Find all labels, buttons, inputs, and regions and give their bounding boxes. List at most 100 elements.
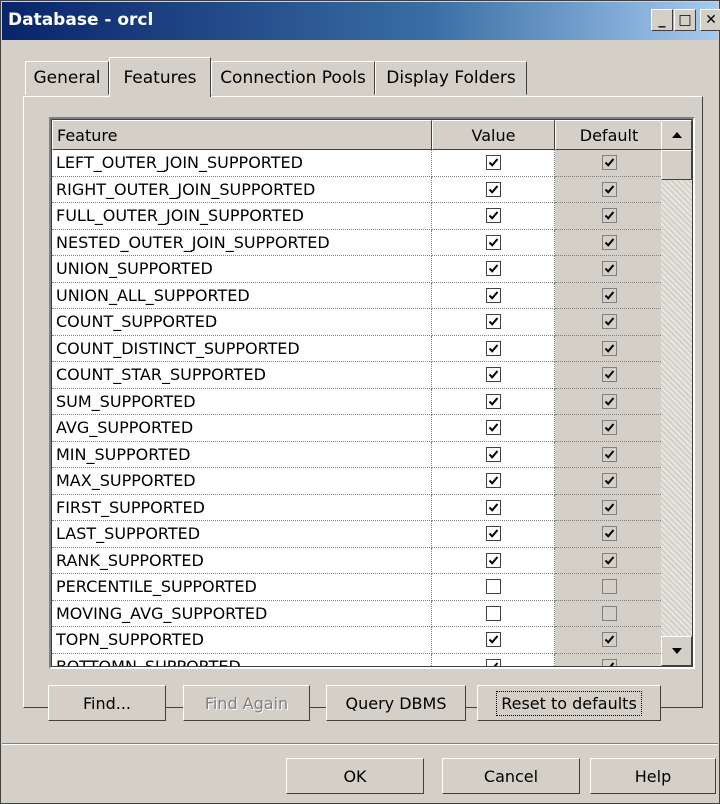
table-row[interactable]: TOPN_SUPPORTED <box>52 627 663 654</box>
checkmark-icon <box>488 264 498 274</box>
value-checkbox[interactable] <box>485 579 501 595</box>
feature-name-cell: NESTED_OUTER_JOIN_SUPPORTED <box>52 229 432 256</box>
value-checkbox[interactable] <box>485 473 501 489</box>
table-row[interactable]: MIN_SUPPORTED <box>52 441 663 468</box>
value-cell <box>432 335 555 362</box>
column-header-default[interactable]: Default <box>555 120 663 150</box>
checkmark-icon <box>488 397 498 406</box>
default-checkbox <box>601 605 617 621</box>
default-checkbox <box>601 499 617 515</box>
default-checkbox <box>601 579 617 595</box>
find-again-button[interactable]: Find Again <box>183 685 310 721</box>
checkmark-icon <box>604 635 614 645</box>
value-checkbox[interactable] <box>485 208 501 224</box>
feature-name-cell: COUNT_SUPPORTED <box>52 309 432 336</box>
database-dialog: Database - orcl _ □ ✕ General Features C… <box>0 0 720 804</box>
table-row[interactable]: UNION_SUPPORTED <box>52 256 663 283</box>
grid-header: Feature Value Default <box>52 120 663 150</box>
ok-button[interactable]: OK <box>286 758 424 794</box>
table-row[interactable]: RANK_SUPPORTED <box>52 547 663 574</box>
column-header-value[interactable]: Value <box>432 120 555 150</box>
scroll-up-button[interactable] <box>661 120 692 150</box>
tab-features[interactable]: Features <box>109 57 211 97</box>
cancel-button[interactable]: Cancel <box>442 758 580 794</box>
value-checkbox[interactable] <box>485 499 501 515</box>
maximize-button[interactable]: □ <box>674 9 696 31</box>
help-button[interactable]: Help <box>590 758 716 794</box>
table-row[interactable]: LEFT_OUTER_JOIN_SUPPORTED <box>52 150 663 177</box>
column-header-feature[interactable]: Feature <box>52 120 432 150</box>
scroll-thumb[interactable] <box>661 150 692 180</box>
vertical-scrollbar[interactable] <box>661 120 692 666</box>
default-checkbox <box>601 155 617 171</box>
table-row[interactable]: BOTTOMN_SUPPORTED <box>52 653 663 666</box>
tab-display-folders[interactable]: Display Folders <box>375 61 527 95</box>
default-cell <box>555 441 663 468</box>
value-checkbox[interactable] <box>485 261 501 277</box>
table-row[interactable]: MAX_SUPPORTED <box>52 468 663 495</box>
checkmark-icon <box>604 211 614 221</box>
find-button[interactable]: Find... <box>48 685 166 721</box>
minimize-button[interactable]: _ <box>651 9 673 31</box>
value-checkbox[interactable] <box>485 658 501 666</box>
table-row[interactable]: SUM_SUPPORTED <box>52 388 663 415</box>
table-row[interactable]: COUNT_SUPPORTED <box>52 309 663 336</box>
default-checkbox <box>601 340 617 356</box>
default-checkbox <box>601 473 617 489</box>
feature-name-cell: LAST_SUPPORTED <box>52 521 432 548</box>
tab-connection-pools[interactable]: Connection Pools <box>211 61 375 95</box>
value-checkbox[interactable] <box>485 314 501 330</box>
value-cell <box>432 653 555 666</box>
close-button[interactable]: ✕ <box>700 9 720 31</box>
scroll-down-button[interactable] <box>661 636 692 666</box>
feature-name-cell: COUNT_DISTINCT_SUPPORTED <box>52 335 432 362</box>
default-checkbox <box>601 367 617 383</box>
default-cell <box>555 574 663 601</box>
value-checkbox[interactable] <box>485 632 501 648</box>
table-row[interactable]: AVG_SUPPORTED <box>52 415 663 442</box>
value-checkbox[interactable] <box>485 526 501 542</box>
table-row[interactable]: FULL_OUTER_JOIN_SUPPORTED <box>52 203 663 230</box>
default-cell <box>555 362 663 389</box>
value-checkbox[interactable] <box>485 340 501 356</box>
value-checkbox[interactable] <box>485 446 501 462</box>
value-checkbox[interactable] <box>485 605 501 621</box>
table-row[interactable]: COUNT_DISTINCT_SUPPORTED <box>52 335 663 362</box>
value-checkbox[interactable] <box>485 155 501 171</box>
table-row[interactable]: FIRST_SUPPORTED <box>52 494 663 521</box>
table-row[interactable]: PERCENTILE_SUPPORTED <box>52 574 663 601</box>
feature-name-cell: MIN_SUPPORTED <box>52 441 432 468</box>
value-cell <box>432 203 555 230</box>
checkmark-icon <box>488 450 498 459</box>
value-checkbox[interactable] <box>485 552 501 568</box>
table-row[interactable]: COUNT_STAR_SUPPORTED <box>52 362 663 389</box>
value-checkbox[interactable] <box>485 420 501 436</box>
table-row[interactable]: RIGHT_OUTER_JOIN_SUPPORTED <box>52 176 663 203</box>
value-cell <box>432 362 555 389</box>
table-row[interactable]: LAST_SUPPORTED <box>52 521 663 548</box>
tab-label: General <box>33 68 101 88</box>
table-row[interactable]: MOVING_AVG_SUPPORTED <box>52 600 663 627</box>
value-checkbox[interactable] <box>485 234 501 250</box>
value-checkbox[interactable] <box>485 287 501 303</box>
value-checkbox[interactable] <box>485 367 501 383</box>
reset-to-defaults-button[interactable]: Reset to defaults <box>477 685 661 721</box>
checkmark-icon <box>604 450 614 459</box>
default-checkbox <box>601 658 617 666</box>
table-row[interactable]: UNION_ALL_SUPPORTED <box>52 282 663 309</box>
checkmark-icon <box>604 423 614 433</box>
checkmark-icon <box>604 238 614 247</box>
title-bar[interactable]: Database - orcl _ □ ✕ <box>2 2 720 40</box>
feature-name-cell: MOVING_AVG_SUPPORTED <box>52 600 432 627</box>
query-dbms-button[interactable]: Query DBMS <box>326 685 466 721</box>
features-grid[interactable]: Feature Value Default LEFT_OUTER_JOIN_SU… <box>49 117 695 669</box>
default-cell <box>555 150 663 177</box>
checkmark-icon <box>489 662 498 666</box>
tab-general[interactable]: General <box>25 61 109 95</box>
checkmark-icon <box>604 317 614 327</box>
maximize-icon: □ <box>678 12 692 28</box>
checkmark-icon <box>488 503 498 512</box>
table-row[interactable]: NESTED_OUTER_JOIN_SUPPORTED <box>52 229 663 256</box>
value-checkbox[interactable] <box>485 181 501 197</box>
value-checkbox[interactable] <box>485 393 501 409</box>
